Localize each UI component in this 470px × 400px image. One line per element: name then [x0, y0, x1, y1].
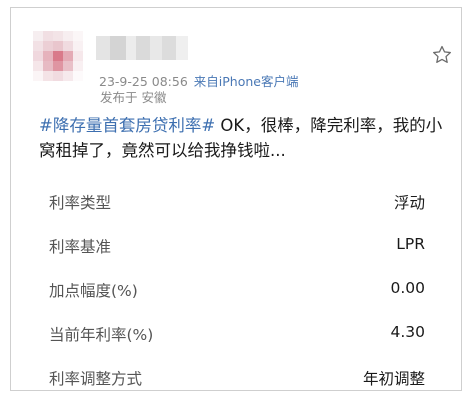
post-location: 发布于 安徽 — [100, 90, 167, 105]
hashtag-link[interactable]: #降存量首套房贷利率# — [39, 116, 215, 135]
weibo-post-card: 23-9-25 08:56 来自iPhone客户端 发布于 安徽 #降存量首套房贷… — [10, 7, 462, 391]
row-label: 利率基准 — [49, 238, 112, 256]
row-value: 年初调整 — [362, 370, 425, 388]
row-label: 利率调整方式 — [49, 370, 143, 388]
table-row: 利率类型 浮动 — [11, 179, 461, 223]
row-label: 当前年利率(%) — [49, 326, 154, 344]
row-value: 4.30 — [390, 323, 425, 341]
row-label: 加点幅度(%) — [49, 282, 138, 300]
avatar[interactable] — [33, 31, 83, 81]
row-value: 浮动 — [393, 194, 425, 212]
row-label: 利率类型 — [49, 194, 112, 212]
row-value: LPR — [396, 235, 425, 253]
table-row: 当前年利率(%) 4.30 — [11, 311, 461, 355]
table-row: 利率基准 LPR — [11, 223, 461, 267]
post-source[interactable]: 来自iPhone客户端 — [194, 74, 299, 89]
table-row: 利率调整方式 年初调整 — [11, 355, 461, 390]
table-row: 加点幅度(%) 0.00 — [11, 267, 461, 311]
post-content: #降存量首套房贷利率# OK，很棒，降完利率，我的小窝租掉了，竟然可以给我挣钱啦… — [39, 113, 444, 163]
star-outline-icon[interactable] — [431, 44, 453, 66]
loan-info-table: 利率类型 浮动 利率基准 LPR 加点幅度(%) 0.00 当前年利率(%) 4… — [11, 179, 461, 390]
row-value: 0.00 — [390, 279, 425, 297]
username-blurred[interactable] — [96, 36, 188, 60]
